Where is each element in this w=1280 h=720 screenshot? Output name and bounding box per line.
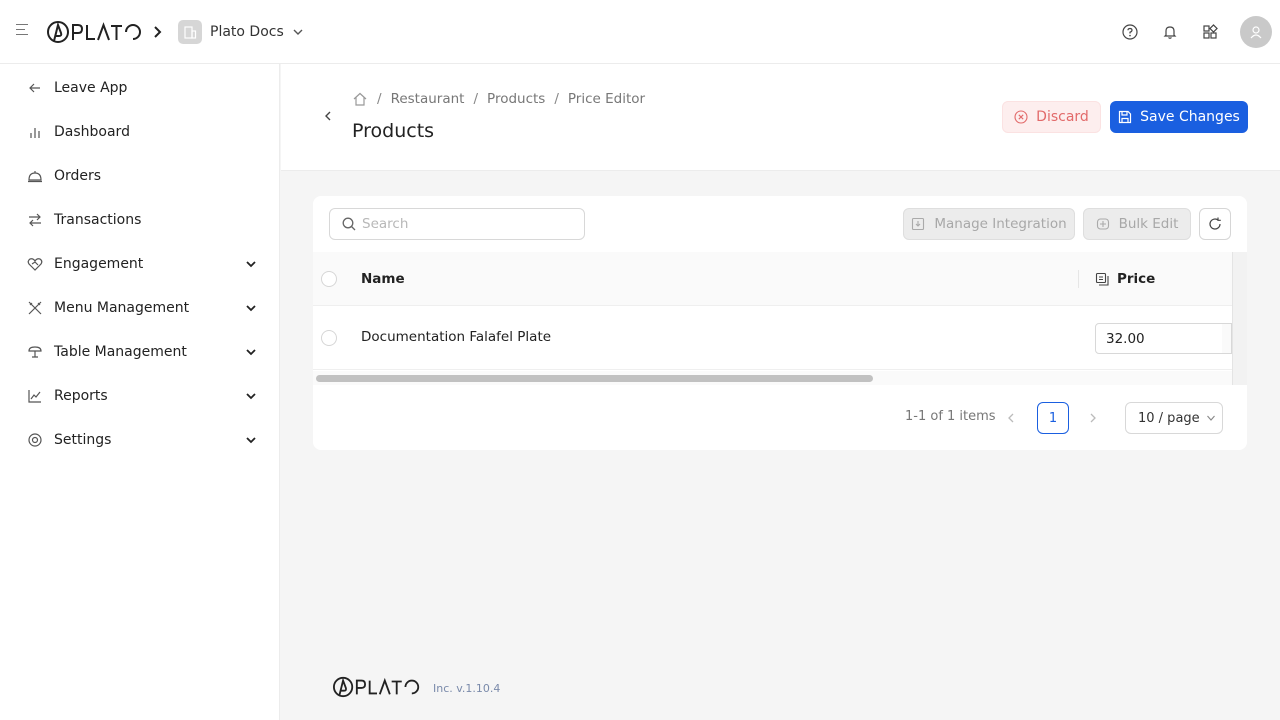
scrollbar-thumb[interactable] xyxy=(316,375,873,382)
chevron-down-icon xyxy=(246,261,256,268)
help-icon[interactable] xyxy=(1120,22,1140,42)
chevron-down-icon xyxy=(246,437,256,444)
page-number-current[interactable]: 1 xyxy=(1037,402,1069,434)
home-icon[interactable] xyxy=(352,91,368,107)
sidebar-item-reports[interactable]: Reports xyxy=(0,376,279,416)
sidebar: Leave App Dashboard Orders Transactions … xyxy=(0,64,280,720)
save-changes-button[interactable]: Save Changes xyxy=(1110,101,1248,133)
table-header: Name Price xyxy=(313,252,1247,306)
breadcrumb-restaurant[interactable]: Restaurant xyxy=(391,91,465,107)
chevron-down-icon xyxy=(246,305,256,312)
menu-collapse-icon[interactable] xyxy=(16,24,32,40)
sidebar-item-label: Settings xyxy=(54,432,112,448)
sidebar-item-label: Menu Management xyxy=(54,300,190,316)
arrow-left-icon xyxy=(26,79,44,97)
bulk-edit-icon xyxy=(1096,218,1109,230)
product-name: Documentation Falafel Plate xyxy=(361,329,552,345)
refresh-icon xyxy=(1209,217,1221,230)
plato-footer-logo xyxy=(333,676,420,698)
bell-icon[interactable] xyxy=(1160,22,1180,42)
fixed-column-shadow xyxy=(1232,252,1247,385)
sidebar-item-label: Table Management xyxy=(54,344,187,360)
save-icon xyxy=(1119,110,1132,124)
sidebar-item-settings[interactable]: Settings xyxy=(0,420,279,460)
sidebar-item-label: Leave App xyxy=(54,80,128,96)
sidebar-item-label: Engagement xyxy=(54,256,144,272)
row-checkbox[interactable] xyxy=(321,330,337,346)
table-icon xyxy=(26,343,44,361)
search-input[interactable] xyxy=(362,216,562,232)
top-bar: Plato Docs xyxy=(0,0,1280,64)
heart-handshake-icon xyxy=(26,255,44,273)
select-all-checkbox[interactable] xyxy=(321,271,337,287)
sidebar-item-leave-app[interactable]: Leave App xyxy=(0,68,279,108)
app-name: Plato Docs xyxy=(210,24,284,40)
version-label: Inc. v.1.10.4 xyxy=(433,682,501,695)
column-header-price[interactable]: Price xyxy=(1095,267,1155,291)
chevron-down-icon xyxy=(246,349,256,356)
manage-integration-button[interactable]: Manage Integration xyxy=(903,208,1075,240)
sidebar-item-label: Transactions xyxy=(54,212,142,228)
sidebar-item-label: Orders xyxy=(54,168,102,184)
search-box[interactable] xyxy=(329,208,585,240)
sidebar-item-orders[interactable]: Orders xyxy=(0,156,279,196)
user-avatar[interactable] xyxy=(1240,16,1272,48)
integration-icon xyxy=(912,217,925,231)
close-circle-icon xyxy=(1014,110,1028,124)
utensils-icon xyxy=(26,299,44,317)
previous-page-icon[interactable] xyxy=(1003,410,1019,426)
back-chevron-icon[interactable] xyxy=(321,108,335,124)
chevron-down-icon xyxy=(1206,415,1215,421)
price-input[interactable] xyxy=(1095,323,1223,354)
sidebar-item-label: Reports xyxy=(54,388,108,404)
pagination-info: 1-1 of 1 items xyxy=(905,409,996,424)
sidebar-item-dashboard[interactable]: Dashboard xyxy=(0,112,279,152)
bulk-edit-button[interactable]: Bulk Edit xyxy=(1083,208,1191,240)
line-chart-icon xyxy=(26,387,44,405)
coins-icon xyxy=(1095,272,1109,286)
sidebar-item-table-management[interactable]: Table Management xyxy=(0,332,279,372)
plato-logo[interactable] xyxy=(46,20,144,44)
sidebar-item-menu-management[interactable]: Menu Management xyxy=(0,288,279,328)
bar-chart-icon xyxy=(26,123,44,141)
sidebar-item-label: Dashboard xyxy=(54,124,130,140)
products-card: Manage Integration Bulk Edit Name Price … xyxy=(313,196,1247,450)
refresh-button[interactable] xyxy=(1199,208,1231,240)
settings-icon xyxy=(26,431,44,449)
sidebar-item-transactions[interactable]: Transactions xyxy=(0,200,279,240)
sidebar-item-engagement[interactable]: Engagement xyxy=(0,244,279,284)
building-icon xyxy=(178,20,202,44)
chevron-down-icon xyxy=(293,29,303,35)
breadcrumb: / Restaurant / Products / Price Editor xyxy=(352,90,645,108)
page-size-select[interactable]: 10 / page xyxy=(1125,402,1223,434)
search-icon xyxy=(342,217,356,231)
discard-button[interactable]: Discard xyxy=(1002,101,1101,133)
breadcrumb-price-editor: Price Editor xyxy=(567,91,646,107)
app-switcher[interactable]: Plato Docs xyxy=(178,20,304,44)
footer: Inc. v.1.10.4 xyxy=(329,674,500,698)
page-title: Products xyxy=(352,120,435,142)
column-header-name[interactable]: Name xyxy=(361,271,405,287)
apps-grid-icon[interactable] xyxy=(1200,22,1220,42)
breadcrumb-products[interactable]: Products xyxy=(487,91,545,107)
cloche-icon xyxy=(26,167,44,185)
next-page-icon[interactable] xyxy=(1085,410,1101,426)
chevron-down-icon xyxy=(246,393,256,400)
table-row: Documentation Falafel Plate xyxy=(313,306,1232,370)
chevron-right-icon xyxy=(154,26,162,38)
swap-icon xyxy=(26,211,44,229)
horizontal-scrollbar[interactable] xyxy=(313,371,1232,385)
page-header: / Restaurant / Products / Price Editor P… xyxy=(281,64,1280,171)
